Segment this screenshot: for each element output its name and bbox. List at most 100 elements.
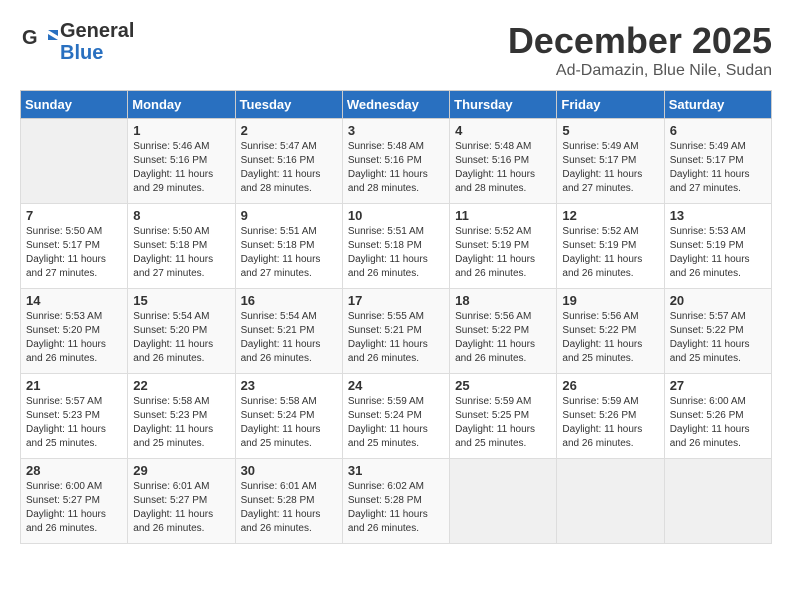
day-info: Daylight: 11 hours (670, 338, 766, 352)
day-info: Sunrise: 5:59 AM (348, 395, 444, 409)
day-info: Sunrise: 5:54 AM (241, 310, 337, 324)
calendar-cell: 7Sunrise: 5:50 AMSunset: 5:17 PMDaylight… (21, 204, 128, 289)
logo-icon: G (20, 22, 60, 62)
day-number: 13 (670, 208, 766, 223)
day-info: Sunset: 5:21 PM (241, 324, 337, 338)
day-number: 5 (562, 123, 658, 138)
day-info: Sunrise: 5:50 AM (26, 225, 122, 239)
day-number: 27 (670, 378, 766, 393)
col-header-saturday: Saturday (664, 91, 771, 119)
day-info: Sunset: 5:16 PM (348, 154, 444, 168)
day-info: and 27 minutes. (26, 267, 122, 281)
day-number: 9 (241, 208, 337, 223)
calendar-cell (21, 119, 128, 204)
day-info: Sunset: 5:19 PM (670, 239, 766, 253)
day-info: Daylight: 11 hours (670, 168, 766, 182)
day-info: Daylight: 11 hours (562, 338, 658, 352)
calendar-cell: 15Sunrise: 5:54 AMSunset: 5:20 PMDayligh… (128, 289, 235, 374)
day-number: 17 (348, 293, 444, 308)
day-info: and 26 minutes. (455, 267, 551, 281)
day-info: Sunset: 5:26 PM (562, 409, 658, 423)
day-info: Sunrise: 5:55 AM (348, 310, 444, 324)
calendar-cell: 9Sunrise: 5:51 AMSunset: 5:18 PMDaylight… (235, 204, 342, 289)
day-info: Sunrise: 6:01 AM (133, 480, 229, 494)
month-title: December 2025 (508, 20, 772, 62)
day-info: Sunset: 5:24 PM (241, 409, 337, 423)
calendar-cell: 6 Sunrise: 5:49 AMSunset: 5:17 PMDaylight… (664, 119, 771, 204)
col-header-thursday: Thursday (450, 91, 557, 119)
day-info: Sunrise: 5:57 AM (670, 310, 766, 324)
calendar-cell: 28Sunrise: 6:00 AMSunset: 5:27 PMDayligh… (21, 459, 128, 544)
day-info: Sunrise: 5:54 AM (133, 310, 229, 324)
col-header-wednesday: Wednesday (342, 91, 449, 119)
day-number: 30 (241, 463, 337, 478)
day-info: Daylight: 11 hours (133, 423, 229, 437)
day-info: Daylight: 11 hours (455, 338, 551, 352)
header: G General Blue December 2025 Ad-Damazin,… (20, 20, 772, 80)
calendar-cell: 1Sunrise: 5:46 AMSunset: 5:16 PMDaylight… (128, 119, 235, 204)
day-info: Sunrise: 5:49 AM (670, 140, 766, 154)
calendar-cell: 20Sunrise: 5:57 AMSunset: 5:22 PMDayligh… (664, 289, 771, 374)
day-info: Daylight: 11 hours (26, 508, 122, 522)
day-info: Sunset: 5:18 PM (348, 239, 444, 253)
day-info: Sunset: 5:27 PM (133, 494, 229, 508)
day-info: Sunset: 5:17 PM (562, 154, 658, 168)
logo: G General Blue (20, 20, 134, 64)
day-info: Sunrise: 5:59 AM (562, 395, 658, 409)
day-info: and 25 minutes. (241, 437, 337, 451)
day-number: 16 (241, 293, 337, 308)
day-number: 8 (133, 208, 229, 223)
day-info: and 26 minutes. (241, 352, 337, 366)
day-info: Sunrise: 6:02 AM (348, 480, 444, 494)
day-info: Daylight: 11 hours (26, 338, 122, 352)
day-info: and 27 minutes. (562, 182, 658, 196)
calendar-cell: 27Sunrise: 6:00 AMSunset: 5:26 PMDayligh… (664, 374, 771, 459)
day-info: Sunset: 5:22 PM (455, 324, 551, 338)
day-info: Sunrise: 5:57 AM (26, 395, 122, 409)
day-info: and 28 minutes. (241, 182, 337, 196)
day-info: and 26 minutes. (26, 352, 122, 366)
day-info: and 26 minutes. (241, 522, 337, 536)
calendar-cell: 12Sunrise: 5:52 AMSunset: 5:19 PMDayligh… (557, 204, 664, 289)
day-number: 21 (26, 378, 122, 393)
day-info: and 26 minutes. (670, 267, 766, 281)
day-info: Sunrise: 5:49 AM (562, 140, 658, 154)
calendar-cell: 14Sunrise: 5:53 AMSunset: 5:20 PMDayligh… (21, 289, 128, 374)
day-info: Sunrise: 5:47 AM (241, 140, 337, 154)
location-title: Ad-Damazin, Blue Nile, Sudan (508, 62, 772, 80)
day-info: Sunset: 5:17 PM (670, 154, 766, 168)
day-info: and 26 minutes. (562, 437, 658, 451)
day-number: 25 (455, 378, 551, 393)
day-info: Sunrise: 6:00 AM (26, 480, 122, 494)
calendar-table: SundayMondayTuesdayWednesdayThursdayFrid… (20, 90, 772, 544)
day-info: and 26 minutes. (348, 522, 444, 536)
day-info: Sunset: 5:19 PM (455, 239, 551, 253)
day-info: Daylight: 11 hours (455, 423, 551, 437)
calendar-cell: 17Sunrise: 5:55 AMSunset: 5:21 PMDayligh… (342, 289, 449, 374)
day-info: Sunrise: 5:46 AM (133, 140, 229, 154)
day-info: and 26 minutes. (348, 267, 444, 281)
calendar-cell: 26Sunrise: 5:59 AMSunset: 5:26 PMDayligh… (557, 374, 664, 459)
day-info: Sunset: 5:23 PM (26, 409, 122, 423)
day-info: Daylight: 11 hours (670, 423, 766, 437)
day-info: and 26 minutes. (26, 522, 122, 536)
calendar-cell: 23Sunrise: 5:58 AMSunset: 5:24 PMDayligh… (235, 374, 342, 459)
day-info: Sunset: 5:22 PM (562, 324, 658, 338)
title-area: December 2025 Ad-Damazin, Blue Nile, Sud… (508, 20, 772, 80)
day-info: Daylight: 11 hours (348, 253, 444, 267)
day-info: Sunset: 5:18 PM (241, 239, 337, 253)
day-info: Sunrise: 5:48 AM (455, 140, 551, 154)
day-number: 3 (348, 123, 444, 138)
day-number: 6 (670, 123, 766, 138)
day-info: Daylight: 11 hours (133, 508, 229, 522)
day-number: 29 (133, 463, 229, 478)
day-info: and 25 minutes. (133, 437, 229, 451)
day-info: and 27 minutes. (241, 267, 337, 281)
logo-blue: Blue (60, 42, 134, 64)
day-number: 11 (455, 208, 551, 223)
day-info: and 26 minutes. (562, 267, 658, 281)
day-info: Daylight: 11 hours (455, 253, 551, 267)
calendar-cell: 18Sunrise: 5:56 AMSunset: 5:22 PMDayligh… (450, 289, 557, 374)
calendar-cell: 10Sunrise: 5:51 AMSunset: 5:18 PMDayligh… (342, 204, 449, 289)
day-info: Sunset: 5:26 PM (670, 409, 766, 423)
